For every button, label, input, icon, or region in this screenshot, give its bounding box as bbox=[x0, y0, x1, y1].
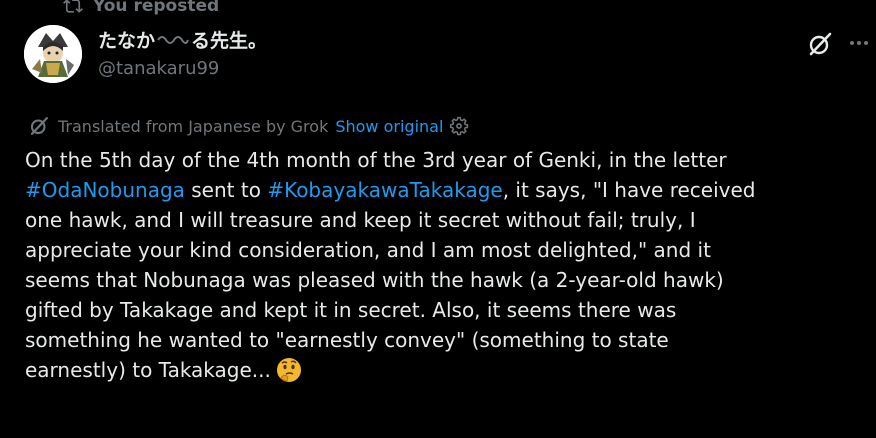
author-handle[interactable]: @tanakaru99 bbox=[98, 56, 267, 82]
display-name-part1: たなか bbox=[98, 30, 156, 52]
author-display-name[interactable]: たなか る先生。 bbox=[98, 28, 267, 55]
thinking-face-emoji-icon bbox=[275, 356, 303, 392]
repost-icon bbox=[63, 0, 83, 13]
tweet-line: seems that Nobunaga was pleased with the… bbox=[25, 268, 724, 292]
grok-small-icon bbox=[30, 117, 48, 135]
tweet-text: On the 5th day of the 4th month of the 3… bbox=[25, 145, 870, 385]
tweet-text-segment: earnestly) to Takakage... bbox=[25, 358, 271, 382]
tweet-text-segment: sent to bbox=[184, 178, 268, 202]
repost-label: You reposted bbox=[93, 0, 220, 16]
translation-notice: Translated from Japanese by Grok Show or… bbox=[28, 113, 469, 139]
display-name-part2: る先生。 bbox=[191, 30, 268, 52]
gear-icon[interactable] bbox=[449, 116, 469, 136]
grok-icon[interactable] bbox=[806, 30, 834, 58]
hashtag-oda-nobunaga[interactable]: #OdaNobunaga bbox=[25, 178, 185, 202]
translation-label: Translated from Japanese by Grok bbox=[58, 116, 329, 136]
tweet-line: appreciate your kind consideration, and … bbox=[25, 238, 711, 262]
tweet-line: #OdaNobunaga sent to #KobayakawaTakakage… bbox=[25, 175, 870, 205]
tweet-line: On the 5th day of the 4th month of the 3… bbox=[25, 148, 727, 172]
show-original-link[interactable]: Show original bbox=[335, 117, 443, 136]
more-icon[interactable] bbox=[846, 30, 872, 56]
hashtag-kobayakawa-takakage[interactable]: #KobayakawaTakakage bbox=[267, 178, 502, 202]
tweet-line: one hawk, and I will treasure and keep i… bbox=[25, 208, 696, 232]
tweet-text-segment: , it says, "I have received bbox=[502, 178, 756, 202]
tweet-line: gifted by Takakage and kept it in secret… bbox=[25, 298, 677, 322]
author-block[interactable]: たなか る先生。 @tanakaru99 bbox=[98, 28, 267, 82]
avatar[interactable] bbox=[24, 25, 82, 83]
tweet-line: earnestly) to Takakage... bbox=[25, 355, 870, 385]
tweet-line: something he wanted to "earnestly convey… bbox=[25, 328, 669, 352]
repost-indicator: You reposted bbox=[63, 0, 219, 18]
wave-emoji-icon bbox=[157, 28, 189, 55]
